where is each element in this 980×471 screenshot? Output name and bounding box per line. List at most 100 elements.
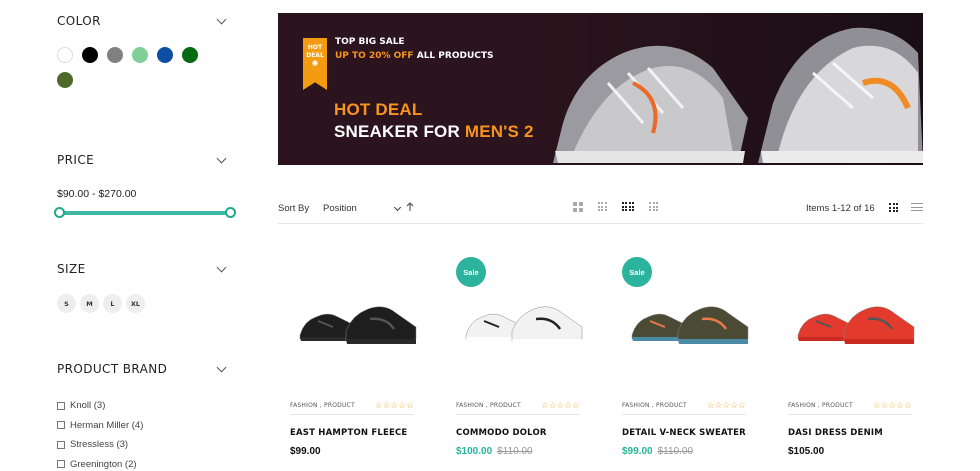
rating-stars: ☆☆☆☆☆ (374, 400, 414, 410)
brand-item[interactable]: Greenington (2) (57, 455, 143, 471)
size-options: S M L XL (57, 294, 145, 313)
chevron-down-icon[interactable] (216, 14, 227, 24)
swatch-olive[interactable] (57, 72, 73, 88)
grid-2-icon[interactable] (573, 202, 583, 212)
divider (788, 414, 912, 415)
shoe-image (465, 306, 583, 344)
chevron-down-icon (393, 203, 401, 211)
product-toolbar: Sort By Position Items 1-12 of 16 (278, 198, 923, 218)
brand-filter-title: PRODUCT BRAND (57, 362, 168, 376)
rating-stars: ☆☆☆☆☆ (872, 400, 912, 410)
banner-kicker: TOP BIG SALE (335, 37, 405, 47)
sort-select[interactable]: Position (323, 203, 401, 214)
brand-item[interactable]: Herman Miller (4) (57, 416, 143, 436)
product-name[interactable]: DETAIL V-NECK SWEATER (622, 428, 746, 438)
sale-badge: Sale (456, 257, 486, 287)
swatch-blue[interactable] (157, 47, 173, 63)
product-price: $100.00 $110.00 (456, 446, 533, 457)
shoe-image (299, 306, 417, 344)
product-image[interactable]: Sale (620, 252, 749, 392)
shoe-image (631, 306, 749, 344)
swatch-black[interactable] (82, 47, 98, 63)
price-filter-header[interactable]: PRICE (57, 153, 229, 167)
price-max-handle[interactable] (225, 207, 236, 218)
promo-banner[interactable]: HOT DEAL ✺ TOP BIG SALE UP TO 20% OFF AL… (278, 13, 923, 165)
size-option-l[interactable]: L (103, 294, 122, 313)
sneaker-image (533, 13, 923, 165)
sale-badge: Sale (622, 257, 652, 287)
chevron-down-icon[interactable] (216, 362, 227, 372)
product-name[interactable]: EAST HAMPTON FLEECE (290, 428, 407, 438)
product-name[interactable]: COMMODO DOLOR (456, 428, 547, 438)
size-option-m[interactable]: M (80, 294, 99, 313)
rating-stars: ☆☆☆☆☆ (540, 400, 580, 410)
items-count: Items 1-12 of 16 (806, 203, 875, 214)
grid-3-icon[interactable] (597, 202, 607, 212)
color-filter-header[interactable]: COLOR (57, 14, 229, 28)
product-card[interactable]: Sale FASHION , PRODUCT ☆☆☆☆☆ COMMODO DOL… (454, 252, 583, 457)
ribbon-line1: HOT (307, 44, 323, 51)
price: $99.00 (290, 446, 321, 457)
sort-ascending-icon[interactable] (406, 202, 414, 212)
price: $105.00 (788, 446, 825, 457)
product-categories[interactable]: FASHION , PRODUCT (456, 402, 521, 409)
product-categories[interactable]: FASHION , PRODUCT (622, 402, 687, 409)
product-meta: FASHION , PRODUCT ☆☆☆☆☆ (622, 400, 746, 411)
product-card[interactable]: Sale FASHION , PRODUCT ☆☆☆☆☆ DETAIL V-NE… (620, 252, 749, 457)
product-image[interactable] (786, 252, 915, 392)
divider (622, 414, 746, 415)
grid-view-icon[interactable] (889, 203, 898, 212)
product-categories[interactable]: FASHION , PRODUCT (788, 402, 853, 409)
product-price: $99.00 $110.00 (622, 446, 693, 457)
checkbox[interactable] (57, 440, 65, 449)
price-min-handle[interactable] (54, 207, 65, 218)
brand-label: Stressless (3) (70, 439, 129, 451)
product-price: $99.00 (290, 446, 321, 457)
old-price: $110.00 (657, 446, 693, 457)
banner-offer-rest: ALL PRODUCTS (413, 51, 494, 61)
divider (290, 414, 414, 415)
grid-4-icon[interactable] (621, 202, 634, 212)
old-price: $110.00 (497, 446, 533, 457)
divider (456, 414, 580, 415)
grid-3-alt-icon[interactable] (649, 202, 658, 212)
product-name[interactable]: DASI DRESS DENIM (788, 428, 883, 438)
size-filter-header[interactable]: SIZE (57, 262, 229, 276)
swatch-white[interactable] (57, 47, 73, 63)
product-image[interactable]: Sale (454, 252, 583, 392)
list-view-icon[interactable] (911, 203, 923, 214)
checkbox[interactable] (57, 401, 65, 410)
sun-icon: ✺ (311, 59, 319, 68)
shoe-image (797, 306, 915, 344)
brand-label: Herman Miller (4) (70, 419, 144, 431)
swatch-gray[interactable] (107, 47, 123, 63)
hot-deal-ribbon: HOT DEAL ✺ (303, 38, 327, 90)
color-swatches (57, 47, 217, 88)
product-meta: FASHION , PRODUCT ☆☆☆☆☆ (456, 400, 580, 411)
banner-offer: UP TO 20% OFF ALL PRODUCTS (335, 51, 493, 61)
brand-item[interactable]: Knoll (3) (57, 396, 143, 416)
sale-price: $99.00 (622, 446, 653, 457)
checkbox[interactable] (57, 460, 65, 469)
brand-filter-header[interactable]: PRODUCT BRAND (57, 362, 229, 376)
grid-column-switcher (573, 202, 658, 212)
brand-item[interactable]: Stressless (3) (57, 435, 143, 455)
checkbox[interactable] (57, 421, 65, 430)
price-range-slider[interactable] (54, 207, 236, 218)
toolbar-divider (278, 223, 923, 224)
chevron-down-icon[interactable] (216, 262, 227, 272)
filter-sidebar: COLOR PRICE $90.00 - $270.00 SIZE S M L … (0, 0, 240, 471)
banner-headline: HOT DEAL (334, 100, 423, 119)
chevron-down-icon[interactable] (216, 153, 227, 163)
swatch-mint[interactable] (132, 47, 148, 63)
swatch-green[interactable] (182, 47, 198, 63)
sort-by-label: Sort By (278, 203, 310, 214)
product-meta: FASHION , PRODUCT ☆☆☆☆☆ (290, 400, 414, 411)
size-option-s[interactable]: S (57, 294, 76, 313)
size-option-xl[interactable]: XL (126, 294, 145, 313)
product-categories[interactable]: FASHION , PRODUCT (290, 402, 355, 409)
product-card[interactable]: FASHION , PRODUCT ☆☆☆☆☆ DASI DRESS DENIM… (786, 252, 915, 457)
price-range-label: $90.00 - $270.00 (57, 188, 137, 200)
product-card[interactable]: FASHION , PRODUCT ☆☆☆☆☆ EAST HAMPTON FLE… (288, 252, 417, 457)
product-image[interactable] (288, 252, 417, 392)
